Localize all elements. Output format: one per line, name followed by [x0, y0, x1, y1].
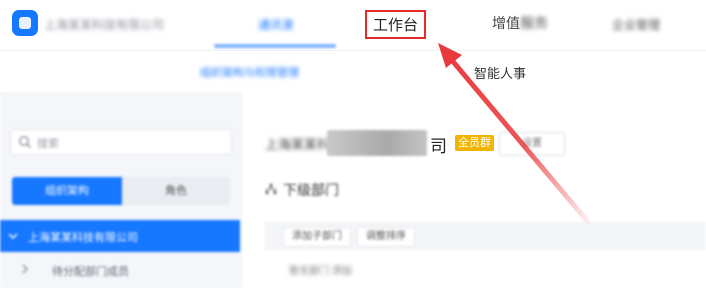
subnav-smart-hr[interactable]: 智能人事 — [474, 63, 526, 82]
org-title-suffix: 司 — [430, 137, 447, 156]
tree-item[interactable]: 待分配部门成员 — [12, 260, 232, 280]
search-icon — [18, 135, 32, 149]
adjust-order-button[interactable]: 调整排序 — [357, 227, 415, 247]
tree-item-label: 待分配部门成员 — [52, 266, 129, 278]
tree-item-selected[interactable]: 上海某某科技有限公司 — [0, 220, 240, 252]
search-placeholder: 搜索 — [37, 138, 59, 150]
sub-department-label: 下级部门 — [283, 182, 339, 198]
nav-tab-enterprise-management[interactable]: 企业管理 — [612, 16, 660, 33]
caret-down-icon[interactable] — [8, 231, 18, 241]
subnav-org-permissions[interactable]: 组织架构与权限管理 — [200, 64, 299, 80]
org-tree-icon — [265, 182, 279, 198]
tab-org-structure[interactable]: 组织架构 — [12, 177, 122, 205]
main-content: 上海某某科技有限 司 全员群 设置 下级部门 添加子部门 调整排序 暂无部门 添… — [243, 92, 706, 288]
tab-roles[interactable]: 角色 — [122, 177, 230, 205]
sub-navigation-bar: 组织架构与权限管理 智能人事 — [0, 50, 706, 94]
sub-department-heading: 下级部门 — [265, 180, 339, 200]
settings-button[interactable]: 设置 — [499, 132, 565, 156]
toolbar-row: 添加子部门 调整排序 — [265, 222, 706, 250]
caret-right-icon[interactable] — [20, 264, 30, 274]
nav-tab-contacts[interactable]: 通讯录 — [258, 16, 294, 33]
nav-tab-workbench[interactable]: 工作台 — [365, 10, 427, 39]
search-input[interactable]: 搜索 — [10, 129, 232, 155]
app-logo[interactable] — [12, 10, 38, 36]
redaction-block — [327, 130, 427, 156]
all-staff-group-badge: 全员群 — [455, 135, 494, 151]
table-row: 暂无部门 添加 — [289, 266, 352, 277]
nav-tab-value-added-suffix: 服务 — [520, 15, 548, 31]
active-tab-indicator — [214, 44, 336, 48]
organization-name: 上海某某科技有限公司 — [44, 18, 165, 32]
top-navigation-bar: 上海某某科技有限公司 通讯录 工作台 增值 服务 企业管理 — [0, 0, 706, 50]
nav-tab-value-added[interactable]: 增值 — [492, 13, 520, 33]
add-sub-department-button[interactable]: 添加子部门 — [283, 227, 351, 247]
tree-item-label: 上海某某科技有限公司 — [28, 232, 138, 244]
sidebar: 搜索 组织架构 角色 上海某某科技有限公司 待分配部门成员 — [0, 92, 243, 288]
